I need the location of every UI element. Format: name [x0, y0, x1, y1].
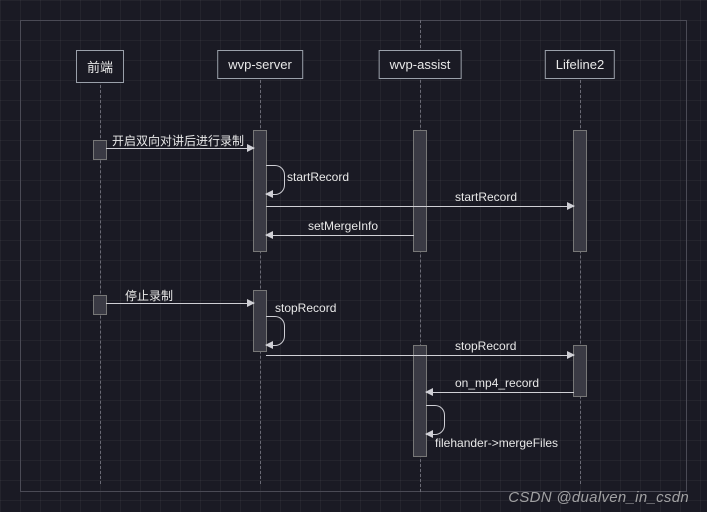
label-stop-record-self: stopRecord [275, 301, 336, 315]
label-start-record-to-lifeline2: startRecord [455, 190, 517, 204]
sequence-diagram: 前端 wvp-server wvp-assist Lifeline2 开启双向对… [0, 0, 707, 512]
selfcall-merge-files [426, 405, 445, 435]
label-on-mp4-record: on_mp4_record [455, 376, 539, 390]
arrow-stop-record [266, 355, 574, 356]
participant-wvp-assist: wvp-assist [379, 50, 462, 79]
participant-frontend: 前端 [76, 50, 124, 83]
arrow-on-mp4-record [426, 392, 574, 393]
selfcall-start-record [266, 165, 285, 195]
watermark: CSDN @dualven_in_csdn [508, 489, 689, 506]
selfcall-stop-record [266, 316, 285, 346]
activation-lifeline2-1 [573, 130, 587, 252]
arrow-start-record [266, 206, 574, 207]
participant-wvp-server: wvp-server [217, 50, 303, 79]
activation-frontend-2 [93, 295, 107, 315]
label-stop-record-to-lifeline2: stopRecord [455, 339, 516, 353]
activation-wvp-assist-2 [413, 345, 427, 457]
label-start-record-self: startRecord [287, 170, 349, 184]
activation-lifeline2-2 [573, 345, 587, 397]
label-stop-broadcast: 停止录制 [125, 287, 173, 304]
label-set-merge-info: setMergeInfo [308, 219, 378, 233]
activation-wvp-assist-1 [413, 130, 427, 252]
arrow-set-merge-info [266, 235, 414, 236]
activation-frontend-1 [93, 140, 107, 160]
label-merge-files: filehander->mergeFiles [435, 436, 558, 450]
label-start-broadcast: 开启双向对讲后进行录制 [112, 132, 244, 149]
participant-lifeline2: Lifeline2 [545, 50, 615, 79]
